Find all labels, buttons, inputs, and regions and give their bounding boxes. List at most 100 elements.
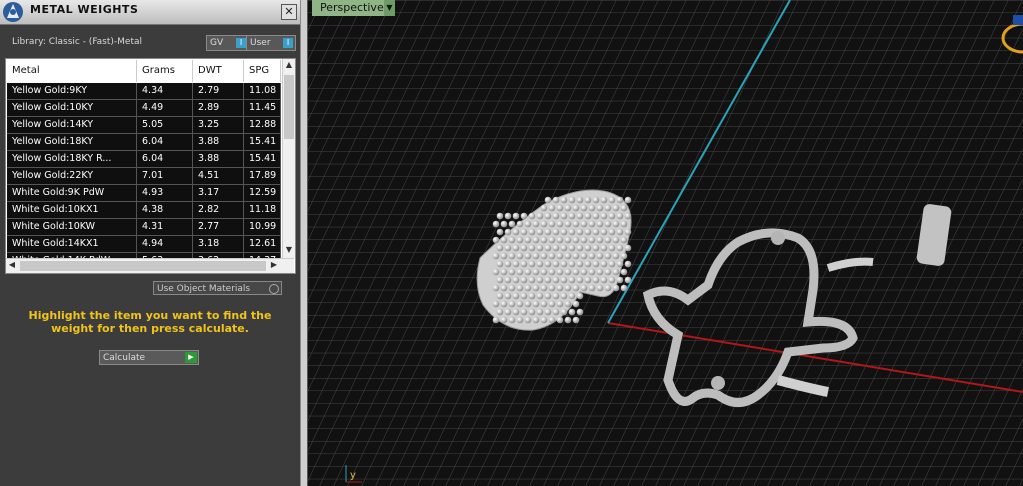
pave-stone: [540, 316, 548, 324]
pave-stone: [516, 236, 524, 244]
pave-stone: [548, 300, 556, 308]
pave-stone: [604, 252, 612, 260]
pave-stone: [600, 276, 608, 284]
pave-stone: [616, 228, 624, 236]
spg-cell: 15.41: [244, 134, 281, 150]
pave-stone: [492, 220, 500, 228]
vertical-scrollbar[interactable]: ▲ ▼: [282, 59, 295, 258]
pave-stone: [584, 228, 592, 236]
spg-cell: 11.18: [244, 202, 281, 218]
radio-icon[interactable]: [269, 284, 279, 294]
pave-stone: [536, 260, 544, 268]
close-button[interactable]: ✕: [281, 4, 297, 20]
pave-stone: [576, 292, 584, 300]
scroll-up-icon[interactable]: ▲: [283, 60, 295, 69]
use-object-materials-option[interactable]: Use Object Materials: [153, 281, 282, 295]
pave-stone: [568, 260, 576, 268]
dwt-cell: 3.18: [193, 236, 244, 252]
table-row[interactable]: White Gold:10KW 4.31 2.77 10.99: [7, 219, 281, 236]
calculate-button[interactable]: Calculate ▶: [99, 350, 199, 365]
metal-cell: Yellow Gold:14KY: [7, 117, 137, 133]
scroll-down-icon[interactable]: ▼: [283, 245, 295, 254]
pave-stone: [584, 212, 592, 220]
pave-stone: [588, 268, 596, 276]
pave-stone: [512, 228, 520, 236]
table-row[interactable]: Yellow Gold:10KY 4.49 2.89 11.45: [7, 100, 281, 117]
pave-stone: [536, 292, 544, 300]
dwt-cell: 4.51: [193, 168, 244, 184]
pave-stone: [504, 276, 512, 284]
table-row[interactable]: Yellow Gold:9KY 4.34 2.79 11.08: [7, 83, 281, 100]
pave-stone: [540, 268, 548, 276]
table-row[interactable]: White Gold:10KX1 4.38 2.82 11.18: [7, 202, 281, 219]
pave-stone: [556, 316, 564, 324]
pave-stone: [556, 284, 564, 292]
pave-stone: [604, 220, 612, 228]
pave-stone: [572, 268, 580, 276]
pave-stone: [572, 300, 580, 308]
pave-stone: [536, 244, 544, 252]
column-header-dwt[interactable]: DWT: [193, 60, 244, 82]
pave-stone: [588, 252, 596, 260]
title-bar[interactable]: METAL WEIGHTS ✕: [0, 0, 300, 25]
pave-stone: [620, 204, 628, 212]
gv-toggle[interactable]: GV I: [206, 35, 249, 51]
pave-stone: [532, 220, 540, 228]
bail-ring-model[interactable]: [771, 231, 785, 245]
table-row[interactable]: Yellow Gold:18KY 6.04 3.88 15.41: [7, 134, 281, 151]
pave-stone: [516, 252, 524, 260]
grams-cell: 4.38: [137, 202, 193, 218]
viewport-tab[interactable]: Perspective: [312, 0, 392, 16]
horizontal-scrollbar[interactable]: ◀ ▶: [6, 258, 294, 273]
pave-stone: [504, 228, 512, 236]
table-row[interactable]: Yellow Gold:18KY R... 6.04 3.88 15.41: [7, 151, 281, 168]
pave-stone: [624, 260, 632, 268]
perspective-viewport[interactable]: y Perspective ▼: [308, 0, 1023, 486]
metal-table[interactable]: Metal Grams DWT SPG Yellow Gold:9KY 4.34 2…: [5, 58, 296, 274]
gv-toggle-label: GV: [210, 38, 224, 48]
grams-cell: 5.05: [137, 117, 193, 133]
pave-stone: [608, 196, 616, 204]
horizontal-scroll-thumb[interactable]: [20, 261, 266, 271]
pave-stone: [596, 236, 604, 244]
table-row[interactable]: White Gold:14KX1 4.94 3.18 12.61: [7, 236, 281, 253]
table-row[interactable]: Yellow Gold:14KY 5.05 3.25 12.88: [7, 117, 281, 134]
pave-stone: [516, 220, 524, 228]
library-label: Library: Classic - (Fast)-Metal: [12, 37, 143, 47]
pave-stone: [588, 284, 596, 292]
pave-stone: [508, 220, 516, 228]
table-row[interactable]: Yellow Gold:22KY 7.01 4.51 17.89: [7, 168, 281, 185]
pave-stone: [596, 252, 604, 260]
instruction-text: Highlight the item you want to find the …: [28, 309, 272, 335]
pave-stone: [612, 284, 620, 292]
pave-stone: [564, 252, 572, 260]
column-header-spg[interactable]: SPG: [244, 60, 281, 82]
pave-stone: [568, 308, 576, 316]
pave-stone: [544, 260, 552, 268]
column-header-grams[interactable]: Grams: [137, 60, 193, 82]
pave-stone: [592, 228, 600, 236]
pave-stone: [596, 284, 604, 292]
panel-divider[interactable]: [300, 0, 308, 486]
pave-stone: [524, 316, 532, 324]
pave-stone: [548, 284, 556, 292]
pave-stone: [600, 196, 608, 204]
pave-stone: [576, 228, 584, 236]
construction-grid: [308, 0, 1023, 486]
table-row[interactable]: White Gold:9K PdW 4.93 3.17 12.59: [7, 185, 281, 202]
scroll-left-icon[interactable]: ◀: [6, 260, 18, 269]
pave-stone: [604, 268, 612, 276]
pave-stone: [604, 204, 612, 212]
pave-stone: [532, 284, 540, 292]
viewport-menu-icon[interactable]: ▼: [384, 0, 395, 16]
user-toggle[interactable]: User I: [246, 35, 296, 51]
pave-stone: [612, 220, 620, 228]
pave-stone: [608, 228, 616, 236]
pave-stone: [548, 252, 556, 260]
scroll-right-icon[interactable]: ▶: [268, 260, 280, 269]
pave-stone: [568, 212, 576, 220]
column-header-metal[interactable]: Metal: [7, 60, 137, 82]
pave-stone: [524, 268, 532, 276]
bottom-ring-model[interactable]: [711, 376, 725, 390]
vertical-scroll-thumb[interactable]: [284, 75, 294, 139]
